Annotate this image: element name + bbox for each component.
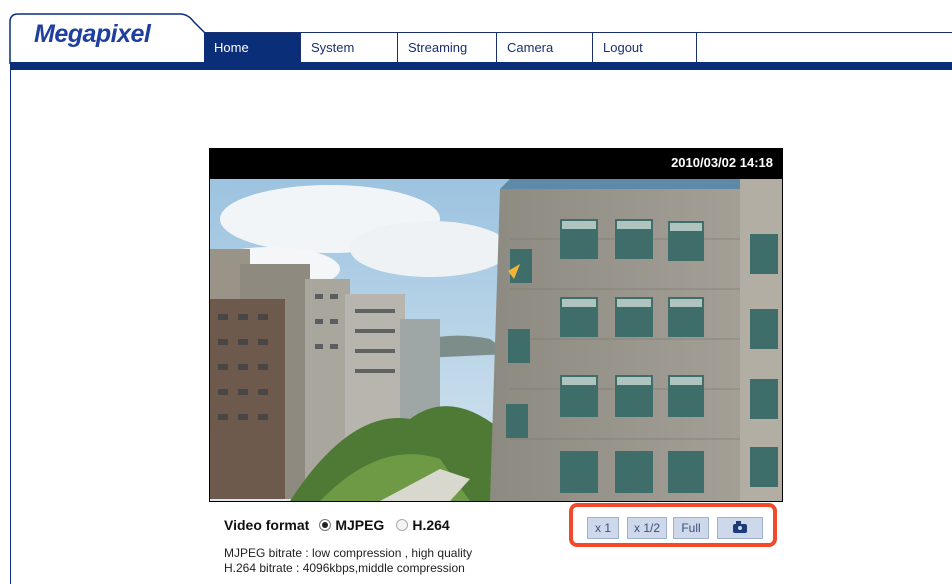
- video-format-selector: Video format MJPEG H.264: [224, 517, 452, 533]
- main-nav: Home System Streaming Camera Logout: [204, 32, 952, 62]
- mjpeg-radio[interactable]: [319, 519, 332, 531]
- video-format-label: Video format: [224, 517, 310, 533]
- mjpeg-bitrate-text: MJPEG bitrate : low compression , high q…: [224, 546, 473, 560]
- h264-bitrate-text: H.264 bitrate : 4096kbps,middle compress…: [224, 561, 465, 575]
- zoom-controls-highlight: x 1 x 1/2 Full: [569, 503, 777, 547]
- timestamp-bar: 2010/03/02 14:18: [209, 148, 783, 178]
- snapshot-button[interactable]: [717, 517, 763, 539]
- h264-label[interactable]: H.264: [412, 517, 449, 533]
- h264-radio[interactable]: [396, 519, 409, 531]
- live-video-view[interactable]: [209, 178, 783, 502]
- nav-system[interactable]: System: [301, 33, 398, 62]
- zoom-full-button[interactable]: Full: [673, 517, 709, 539]
- page-border: [10, 70, 11, 584]
- zoom-x1-button[interactable]: x 1: [587, 517, 619, 539]
- zoom-half-button[interactable]: x 1/2: [627, 517, 667, 539]
- header-bar: [10, 62, 952, 70]
- brand-logo[interactable]: Megapixel: [34, 20, 151, 49]
- camera-icon: [733, 521, 747, 533]
- nav-camera[interactable]: Camera: [497, 33, 593, 62]
- nav-logout[interactable]: Logout: [593, 33, 697, 62]
- mjpeg-label[interactable]: MJPEG: [335, 517, 384, 533]
- nav-streaming[interactable]: Streaming: [398, 33, 497, 62]
- bitrate-info: MJPEG bitrate : low compression , high q…: [224, 546, 472, 576]
- nav-home[interactable]: Home: [204, 33, 301, 62]
- timestamp: 2010/03/02 14:18: [671, 155, 773, 170]
